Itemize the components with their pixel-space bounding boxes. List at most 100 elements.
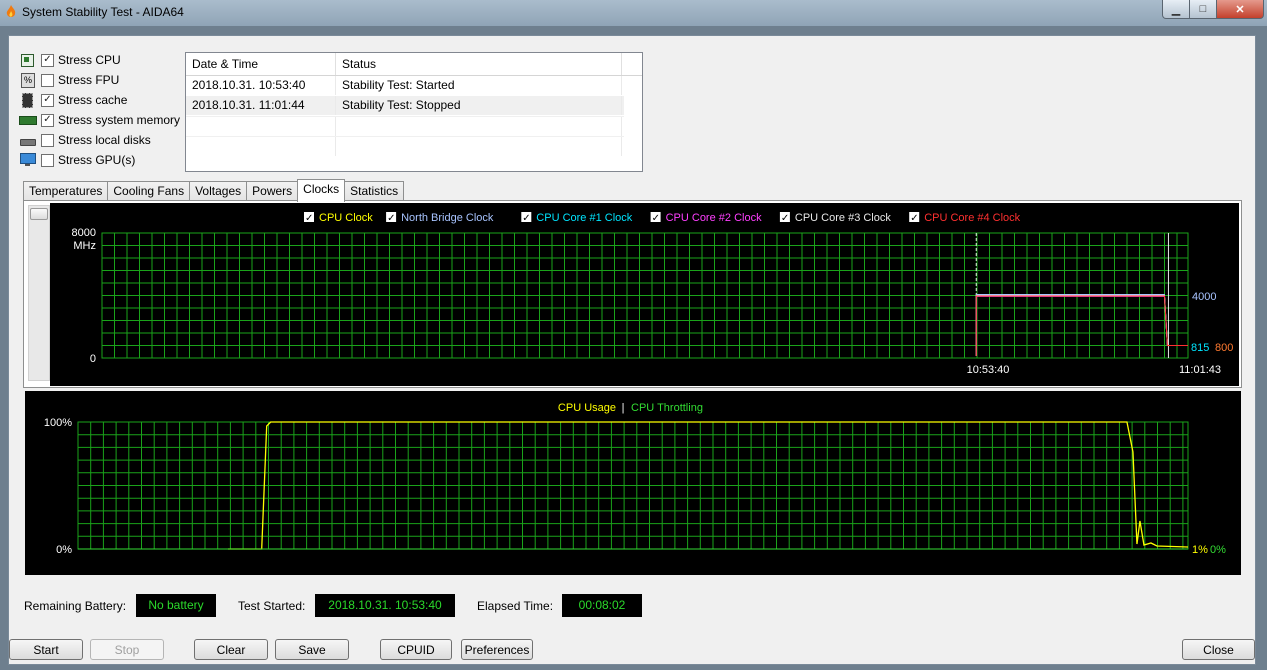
series-cpu-core-3-clock (975, 295, 1188, 356)
tab-temperatures[interactable]: Temperatures (23, 181, 109, 201)
legend-item-north-bridge-clock[interactable]: ✓ North Bridge Clock (386, 212, 494, 224)
minimize-icon: ▁ (1171, 3, 1181, 16)
empty-cell (186, 117, 336, 136)
monitor-icon (19, 153, 36, 167)
log-datetime: 2018.10.31. 11:01:44 (186, 96, 336, 115)
test-started-label: Test Started: (238, 599, 306, 613)
legend-item-cpu-clock[interactable]: ✓ CPU Clock (304, 212, 373, 224)
legend-label: CPU Core #4 Clock (924, 212, 1020, 224)
legend-item-cpu-core-4-clock[interactable]: ✓ CPU Core #4 Clock (909, 212, 1021, 224)
stress-option-label: Stress system memory (58, 113, 181, 127)
cpu-usage-graph: CPU Usage | CPU Throttling 100% 0% 1% 0% (25, 391, 1241, 575)
column-header-datetime[interactable]: Date & Time (186, 53, 336, 75)
close-icon: ✕ (1235, 3, 1245, 16)
scrollbar-thumb[interactable] (30, 208, 48, 220)
empty-row (186, 116, 624, 136)
usage-y-bottom-label: 0% (56, 544, 72, 556)
graph-scrollbar[interactable] (28, 205, 50, 381)
series-cpu-core-4-clock (975, 295, 1188, 356)
stress-option-stress-system-memory[interactable]: ✓ Stress system memory (19, 111, 180, 129)
icon-shape (25, 164, 30, 166)
checkbox-checked[interactable]: ✓ (41, 53, 54, 67)
clock-start-time: 10:53:40 (967, 364, 1010, 376)
minimize-button[interactable]: ▁ (1162, 0, 1190, 19)
clocks-tab-panel: ✓ CPU Clock ✓ North Bridge Clock ✓ CPU Core #… (23, 200, 1242, 388)
close-button[interactable]: Close (1182, 639, 1255, 660)
battery-label: Remaining Battery: (24, 599, 127, 613)
icon-shape (24, 57, 29, 62)
legend-check-mark: ✓ (781, 213, 789, 224)
memory-module-icon (19, 113, 37, 127)
legend-cpu-throttling: CPU Throttling (631, 402, 703, 414)
log-status: Stability Test: Started (336, 76, 622, 95)
legend-check-mark: ✓ (652, 213, 660, 224)
tab-powers[interactable]: Powers (246, 181, 299, 201)
empty-cell (336, 117, 622, 136)
close-window-button[interactable]: ✕ (1216, 0, 1264, 19)
stress-option-label: Stress GPU(s) (58, 153, 136, 167)
legend-item-cpu-core-1-clock[interactable]: ✓ CPU Core #1 Clock (521, 212, 633, 224)
title-bar[interactable]: System Stability Test - AIDA64 ▁ □ ✕ (0, 0, 1267, 26)
clock-end-time: 11:01:43 (1179, 364, 1221, 376)
legend-label: CPU Core #1 Clock (536, 212, 632, 224)
current-throttling-value: 0% (1210, 544, 1226, 556)
start-button[interactable]: Start (9, 639, 83, 660)
legend-check-mark: ✓ (305, 213, 313, 224)
stress-option-label: Stress local disks (58, 133, 151, 147)
disk-drive-icon (19, 133, 36, 147)
tab-cooling-fans[interactable]: Cooling Fans (107, 181, 191, 201)
stress-option-stress-cache[interactable]: ✓ Stress cache (19, 91, 127, 109)
save-button[interactable]: Save (275, 639, 349, 660)
usage-y-top-label: 100% (44, 417, 72, 429)
clock-value-low-a: 815 (1191, 342, 1209, 354)
tab-voltages[interactable]: Voltages (189, 181, 248, 201)
cpuid-button[interactable]: CPUID (380, 639, 452, 660)
checkbox-unchecked[interactable] (41, 153, 54, 167)
icon-shape (22, 93, 33, 108)
table-row[interactable]: 2018.10.31. 10:53:40 Stability Test: Sta… (186, 76, 624, 95)
legend-label: CPU Core #3 Clock (795, 212, 891, 224)
flame-icon (6, 5, 16, 17)
stress-option-stress-gpu-s[interactable]: Stress GPU(s) (19, 151, 135, 169)
legend-separator: | (622, 402, 625, 414)
test-started-value: 2018.10.31. 10:53:40 (315, 594, 455, 617)
log-datetime: 2018.10.31. 10:53:40 (186, 76, 336, 95)
series-cpu-core-1-clock (975, 295, 1188, 356)
clear-button[interactable]: Clear (194, 639, 268, 660)
log-header: Date & Time Status (186, 53, 642, 76)
stress-option-label: Stress FPU (58, 73, 120, 87)
elapsed-time-label: Elapsed Time: (477, 599, 554, 613)
stress-option-stress-cpu[interactable]: ✓ Stress CPU (19, 51, 121, 69)
stress-option-stress-fpu[interactable]: % Stress FPU (19, 71, 119, 89)
maximize-button[interactable]: □ (1189, 0, 1217, 19)
empty-row (186, 136, 624, 156)
table-row[interactable]: 2018.10.31. 11:01:44 Stability Test: Sto… (186, 96, 624, 115)
checkbox-unchecked[interactable] (41, 133, 54, 147)
series-cpu-clock (975, 295, 1188, 356)
icon-shape: % (21, 73, 35, 88)
clock-value-high: 4000 (1192, 291, 1216, 303)
icon-shape (20, 153, 36, 164)
checkbox-checked[interactable]: ✓ (41, 113, 54, 127)
legend-item-cpu-core-2-clock[interactable]: ✓ CPU Core #2 Clock (650, 212, 762, 224)
clock-y-bottom-label: 0 (90, 353, 96, 365)
empty-cell (336, 137, 622, 156)
stop-button[interactable]: Stop (90, 639, 164, 660)
stress-option-stress-local-disks[interactable]: Stress local disks (19, 131, 151, 149)
tab-statistics[interactable]: Statistics (344, 181, 405, 201)
current-usage-value: 1% (1192, 544, 1208, 556)
tab-clocks[interactable]: Clocks (297, 179, 346, 202)
main-window: ✓ Stress CPU% Stress FPU ✓ Stress cache ✓ Stre… (8, 35, 1256, 665)
checkbox-unchecked[interactable] (41, 73, 54, 87)
event-log-table[interactable]: Date & Time Status 2018.10.31. 10:53:40 … (185, 52, 643, 172)
clock-graph: ✓ CPU Clock ✓ North Bridge Clock ✓ CPU Core #… (50, 203, 1239, 386)
preferences-button[interactable]: Preferences (461, 639, 533, 660)
maximize-icon: □ (1199, 3, 1207, 15)
column-header-status[interactable]: Status (336, 53, 622, 75)
legend-item-cpu-core-3-clock[interactable]: ✓ CPU Core #3 Clock (779, 212, 891, 224)
checkbox-checked[interactable]: ✓ (41, 93, 54, 107)
cache-chip-icon (19, 93, 35, 108)
legend-check-mark: ✓ (522, 213, 530, 224)
series-cpu-core-2-clock (975, 295, 1188, 356)
clock-y-unit-label: MHz (73, 240, 96, 252)
